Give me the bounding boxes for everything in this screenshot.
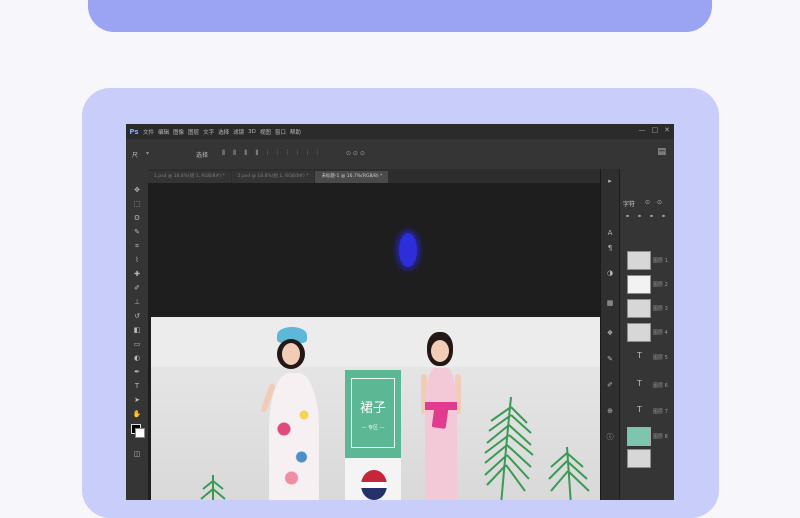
styles-panel-icon[interactable]: ❖ — [605, 329, 615, 337]
menu-select[interactable]: 选择 — [218, 128, 229, 136]
layer-name-5[interactable]: 图层 5 — [653, 354, 668, 361]
align-distribute-icons[interactable]: ⫴ ⫴ ⫴ ⫴ ⫶ ⫶ ⫶ ⫶ ⫶ ⫶ — [222, 149, 321, 158]
menu-3d[interactable]: 3D — [248, 129, 256, 135]
layer-filter-icon-4[interactable]: ⚭ — [661, 213, 671, 220]
tools-panel: ✥ ⬚ ʘ ✎ ⌗ ⌇ ✚ ✐ ⊥ ↺ ◧ ▭ ◐ ✒ T ➤ ✋ ◫ — [126, 169, 149, 500]
palm-leaf-image — [484, 396, 590, 500]
swatches-panel-icon[interactable]: ▦ — [605, 299, 615, 307]
menu-window[interactable]: 窗口 — [275, 128, 286, 136]
document-tabs: 1.psd @ 18.8%(组 1, RGB/8#) * 2.psd @ 18.… — [148, 169, 600, 183]
background-color-swatch[interactable] — [135, 428, 145, 438]
layer-name-4[interactable]: 图层 4 — [653, 329, 668, 336]
clone-panel-icon[interactable]: ⊕ — [605, 407, 615, 415]
options-tool-label[interactable]: 尺 — [132, 150, 138, 159]
character-panel-label: 字符 — [623, 201, 636, 208]
history-brush-icon[interactable]: ↺ — [129, 311, 145, 321]
layer-thumb-4[interactable] — [627, 323, 651, 342]
menu-layer[interactable]: 图层 — [188, 128, 199, 136]
layer-name-2[interactable]: 图层 2 — [653, 281, 668, 288]
category-title: 裙子 — [359, 401, 386, 416]
floral-dress — [269, 373, 319, 500]
options-bar: 尺 ▾ 选择 ⫴ ⫴ ⫴ ⫴ ⫶ ⫶ ⫶ ⫶ ⫶ ⫶ ⊙ ⊙ ⊙ ▤ — [126, 139, 674, 170]
layer-thumb-9[interactable] — [627, 449, 651, 468]
menu-help[interactable]: 帮助 — [290, 128, 301, 136]
text-layer-icon-3[interactable]: T — [637, 405, 642, 414]
paragraph-panel-icon[interactable]: ¶ — [605, 244, 615, 252]
quick-select-tool-icon[interactable]: ✎ — [129, 227, 145, 237]
workspace-icon[interactable]: ▤ — [657, 147, 666, 157]
tab-document-2[interactable]: 2.psd @ 18.8%(组 1, RGB/8#) * — [231, 171, 315, 183]
layer-name-1[interactable]: 图层 1 — [653, 257, 668, 264]
layer-filter-icon-3[interactable]: ⚭ — [649, 213, 659, 220]
category-sign: 裙子 — 专区 — — [345, 370, 401, 458]
gradient-tool-icon[interactable]: ▭ — [129, 339, 145, 349]
photoshop-window: Ps 文件 编辑 图像 图层 文字 选择 滤镜 3D 视图 窗口 帮助 — □ … — [126, 124, 674, 500]
blur-tool-icon[interactable]: ◐ — [129, 353, 145, 363]
app-logo: Ps — [129, 127, 139, 136]
brush-panel-icon[interactable]: ✐ — [605, 381, 615, 389]
menu-edit[interactable]: 编辑 — [158, 128, 169, 136]
product-thumb — [345, 458, 401, 500]
options-extra-icons[interactable]: ⊙ ⊙ ⊙ — [346, 150, 365, 157]
crop-tool-icon[interactable]: ⌗ — [129, 241, 145, 251]
minimize-button[interactable]: — — [639, 126, 646, 134]
layer-name-3[interactable]: 图层 3 — [653, 305, 668, 312]
tab-document-active[interactable]: 未标题-1 @ 16.7%(RGB/8) * — [315, 171, 389, 183]
history-panel-icon[interactable]: ▸ — [605, 177, 615, 185]
info-panel-icon[interactable]: ⓘ — [605, 433, 615, 441]
panel-icon-strip: ▸ A ¶ ◑ ▦ ❖ ✎ ✐ ⊕ ⓘ — [601, 169, 620, 500]
banner-light-strip — [151, 317, 600, 367]
eyedropper-tool-icon[interactable]: ⌇ — [129, 255, 145, 265]
close-button[interactable]: ✕ — [664, 126, 670, 134]
stamp-tool-icon[interactable]: ⊥ — [129, 297, 145, 307]
hand-tool-icon[interactable]: ✋ — [129, 409, 145, 419]
pen-tool-icon[interactable]: ✒ — [129, 367, 145, 377]
striped-hat-image — [361, 470, 387, 500]
brush-tool-icon[interactable]: ✐ — [129, 283, 145, 293]
panel-option-icon-2[interactable]: ⊙ — [657, 199, 667, 206]
options-mode[interactable]: 选择 — [196, 150, 208, 159]
canvas-area[interactable]: 裙子 — 专区 — — [148, 183, 600, 500]
layer-thumb-2[interactable] — [627, 275, 651, 294]
menu-file[interactable]: 文件 — [143, 128, 154, 136]
menu-filter[interactable]: 滤镜 — [233, 128, 244, 136]
move-tool-icon[interactable]: ✥ — [129, 185, 145, 195]
marquee-tool-icon[interactable]: ⬚ — [129, 199, 145, 209]
dropdown-arrow-icon[interactable]: ▾ — [146, 150, 149, 157]
window-controls: — □ ✕ — [639, 126, 671, 134]
layer-thumb-1[interactable] — [627, 251, 651, 270]
layer-thumb-3[interactable] — [627, 299, 651, 318]
menu-view[interactable]: 视图 — [260, 128, 271, 136]
panel-option-icon[interactable]: ⊙ — [645, 199, 655, 206]
layer-filter-icons[interactable]: ⚭ — [625, 213, 635, 220]
cursor-highlight — [399, 233, 417, 267]
character-panel-icon[interactable]: A — [605, 229, 615, 237]
layer-name-8[interactable]: 图层 8 — [653, 433, 668, 440]
tab-document-1[interactable]: 1.psd @ 18.8%(组 1, RGB/8#) * — [148, 171, 231, 183]
layer-name-7[interactable]: 图层 7 — [653, 408, 668, 415]
text-layer-icon-2[interactable]: T — [637, 379, 642, 388]
banner-image: 裙子 — 专区 — — [151, 317, 600, 500]
text-layer-icon[interactable]: T — [637, 351, 642, 360]
quick-mask-icon[interactable]: ◫ — [129, 449, 145, 459]
paths-panel-icon[interactable]: ✎ — [605, 355, 615, 363]
eraser-tool-icon[interactable]: ◧ — [129, 325, 145, 335]
layer-name-6[interactable]: 图层 6 — [653, 382, 668, 389]
adjust-panel-icon[interactable]: ◑ — [605, 269, 615, 277]
top-card — [88, 0, 712, 32]
menubar: Ps 文件 编辑 图像 图层 文字 选择 滤镜 3D 视图 窗口 帮助 — □ … — [126, 124, 674, 139]
right-panels: ▸ A ¶ ◑ ▦ ❖ ✎ ✐ ⊕ ⓘ 字符 ⊙ ⊙ ⚭ ⚭ ⚭ ⚭ 图层 1 … — [600, 169, 674, 500]
maximize-button[interactable]: □ — [652, 126, 659, 134]
small-leaf-image — [200, 475, 226, 500]
layer-thumb-8[interactable] — [627, 427, 651, 446]
category-subtitle: — 专区 — — [361, 425, 385, 431]
path-select-tool-icon[interactable]: ➤ — [129, 395, 145, 405]
lasso-tool-icon[interactable]: ʘ — [129, 213, 145, 223]
pink-dress — [425, 368, 457, 500]
healing-tool-icon[interactable]: ✚ — [129, 269, 145, 279]
layer-filter-icon-2[interactable]: ⚭ — [637, 213, 647, 220]
type-tool-icon[interactable]: T — [129, 381, 145, 391]
menu-type[interactable]: 文字 — [203, 128, 214, 136]
menu-image[interactable]: 图像 — [173, 128, 184, 136]
